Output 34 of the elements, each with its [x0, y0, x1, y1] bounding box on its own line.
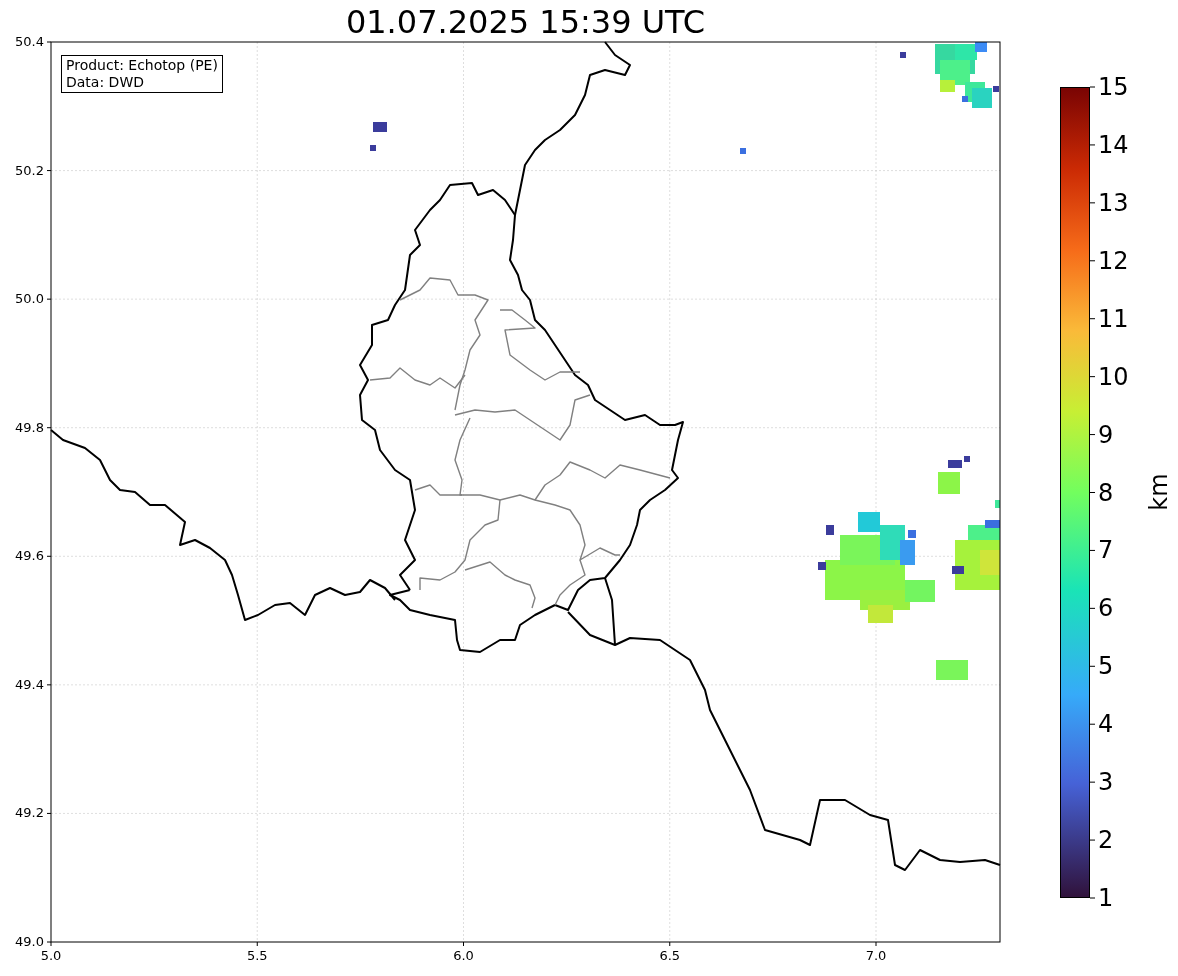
- colorbar-tick-label: 10: [1098, 362, 1129, 391]
- colorbar-tick-label: 12: [1098, 246, 1129, 275]
- y-tick-label: 49.8: [14, 419, 44, 436]
- colorbar-label: km: [1144, 473, 1173, 511]
- y-tick-label: 50.4: [14, 34, 44, 50]
- colorbar-tick-label: 4: [1098, 710, 1114, 739]
- y-tick-label: 50.0: [14, 291, 44, 308]
- x-tick-label: 6.5: [658, 948, 682, 964]
- chart-title: 01.07.2025 15:39 UTC: [344, 2, 707, 42]
- y-tick-label: 49.0: [14, 934, 44, 950]
- colorbar-tick-label: 8: [1098, 478, 1114, 507]
- colorbar-tick-label: 1: [1098, 884, 1114, 912]
- colorbar-tick-label: 2: [1098, 826, 1114, 855]
- colorbar-tick-label: 6: [1098, 594, 1114, 623]
- radar-echo-drawing: [938, 456, 970, 494]
- colorbar-tick-label: 13: [1098, 188, 1129, 217]
- x-tick-label: 7.0: [864, 948, 888, 964]
- radar-echo-drawing: [936, 660, 968, 680]
- info-text: Product: Echotop (PE): [66, 57, 218, 74]
- y-tick-label: 50.2: [14, 162, 44, 179]
- colorbar-tick-label: 14: [1098, 130, 1129, 159]
- colorbar-tick-label: 11: [1098, 304, 1129, 333]
- info-text: Data: DWD: [66, 74, 145, 91]
- x-tick-label: 5.0: [39, 948, 63, 964]
- colorbar-tick-label: 5: [1098, 652, 1114, 681]
- colorbar-tick-label: 15: [1098, 73, 1129, 101]
- y-tick-label: 49.2: [14, 805, 44, 822]
- colorbar-tick-label: 3: [1098, 768, 1114, 797]
- y-tick-label: 49.6: [14, 548, 44, 565]
- x-tick-label: 6.0: [452, 948, 475, 964]
- colorbar-tick-label: 7: [1098, 536, 1114, 565]
- x-tick-label: 5.5: [245, 948, 269, 964]
- y-tick-label: 49.4: [14, 676, 44, 693]
- colorbar-tick-label: 9: [1098, 420, 1114, 449]
